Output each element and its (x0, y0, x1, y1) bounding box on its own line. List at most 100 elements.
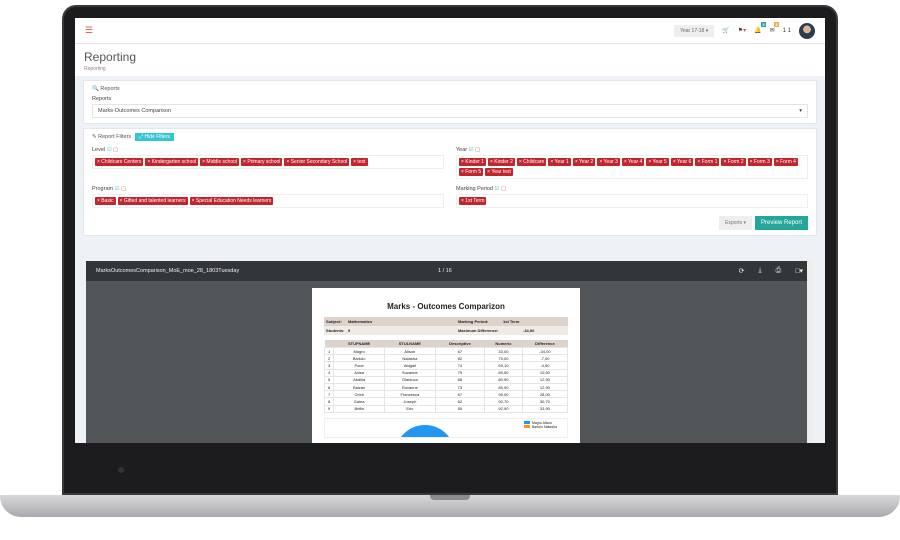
table-row: 8 Galea Joseph 62 92,70 30,70 (323, 397, 569, 406)
table-cell: Suzanne (383, 368, 436, 377)
table-cell: 73 (434, 382, 486, 392)
hide-filters-button[interactable]: ⤢ Hide Filters (135, 133, 174, 141)
table-cell: 7 (323, 390, 335, 399)
clear-icon[interactable]: ▢ (475, 147, 480, 153)
table-cell: -7,00 (521, 354, 569, 363)
user-menu[interactable]: 1 1 (783, 28, 791, 34)
filter-tag[interactable]: × Year 5 (646, 158, 669, 166)
check-all-icon[interactable]: ☑ (469, 147, 474, 153)
filter-tag[interactable]: × Year 1 (548, 158, 571, 166)
doc-title: Marks - Outcomes Comparizon (387, 302, 505, 311)
filter-tag[interactable]: × Form 4 (773, 158, 798, 166)
filter-tag[interactable]: × Basic (95, 197, 116, 205)
page-indicator: 1 / 16 (438, 268, 452, 274)
bookmark-icon[interactable]: □▾ (795, 267, 803, 275)
reports-legend: Reports (100, 86, 120, 92)
filter-tag[interactable]: × Year 3 (597, 158, 620, 166)
doc-meta: Subject: Mathematics Marking Period: 1st Te… (324, 317, 568, 326)
scrollbar[interactable] (807, 261, 813, 443)
table-cell: Abdilla (333, 375, 385, 384)
filter-tag[interactable]: × Year 6 (670, 158, 694, 166)
table-cell: 75,00 (484, 354, 523, 363)
menu-icon[interactable]: ☰ (85, 25, 93, 36)
table-cell: Axisa (333, 368, 385, 377)
filter-tag[interactable]: × Year test (485, 168, 513, 176)
report-select[interactable]: Marks-Outcomes Comparison ▾ (92, 104, 808, 118)
tasks-icon[interactable]: ✉ 3 (770, 22, 779, 34)
filter-tag[interactable]: × Senior Secondary School (284, 158, 350, 166)
filter-tag[interactable]: × Form 5 (459, 168, 484, 176)
notif-badge: 5 (761, 22, 766, 27)
column-header: Descriptive (435, 340, 485, 348)
filter-tag[interactable]: × Childcare Centers (95, 158, 144, 166)
hide-filters-label: Hide Filters (144, 134, 170, 140)
table-cell: 69,10 (484, 361, 523, 370)
filter-tag[interactable]: × Gifted and talented learners (117, 197, 188, 205)
print-icon[interactable]: ⎙ (776, 267, 782, 275)
table-cell: Eric (383, 404, 436, 413)
check-all-icon[interactable]: ☑ (107, 147, 112, 153)
year-selector[interactable]: Year 17-18 ▾ (674, 24, 715, 37)
table-cell: -34,00 (521, 346, 569, 356)
subject-label: Subject: (326, 319, 342, 324)
filter-tag[interactable]: × test (351, 158, 368, 166)
table-cell: 3 (323, 361, 335, 370)
download-icon[interactable]: ⤓ (759, 267, 762, 275)
table-cell: Grixti (333, 390, 385, 399)
table-cell: 68 (434, 375, 486, 384)
table-cell: 30,70 (521, 397, 569, 406)
program-filter: Program ☑ ▢ × Basic × Gifted and talented … (92, 183, 444, 208)
filter-tag[interactable]: × Kinder 1 (459, 158, 486, 166)
reports-label: Reports (92, 96, 112, 102)
avatar[interactable] (799, 22, 815, 39)
table-cell: Briffa (333, 404, 385, 413)
table-cell: 12,90 (521, 382, 569, 392)
filter-tag[interactable]: × Special Education Needs learners (189, 197, 274, 205)
filter-tag[interactable]: × Year 4 (621, 158, 645, 166)
flag-icon[interactable]: ⚑▾ (738, 27, 746, 34)
table-cell: 1 (323, 346, 335, 356)
filter-tag[interactable]: × Kinder 2 (487, 158, 515, 166)
preview-report-button[interactable]: Preview Report (754, 216, 808, 230)
program-tags[interactable]: × Basic × Gifted and talented learners × S… (92, 194, 444, 208)
year-filter: Year ☑ ▢ × Kinder 1 × Kinder 2 × Childcare ×… (456, 144, 808, 179)
marking-filter: Marking Period ☑ ▢ × 1st Term (456, 183, 808, 208)
table-cell: 95,00 (484, 390, 523, 399)
filter-tag[interactable]: × Form 2 (721, 158, 746, 166)
camera-dot (118, 467, 124, 473)
breadcrumb[interactable]: Reporting (84, 66, 816, 72)
table-cell: 4 (323, 368, 335, 377)
filter-tag[interactable]: × 1st Term (459, 197, 487, 205)
cart-icon[interactable]: 🛒 (722, 27, 729, 34)
exports-button[interactable]: Exports ▾ (719, 216, 752, 230)
clear-icon[interactable]: ▢ (501, 186, 506, 192)
chevron-down-icon: ▾ (799, 108, 802, 114)
table-cell: 33,90 (521, 404, 569, 413)
clear-icon[interactable]: ▢ (113, 147, 118, 153)
filters-panel: ✎ Report Filters ⤢ Hide Filters Level ☑ ▢… (83, 128, 817, 236)
year-tags[interactable]: × Kinder 1 × Kinder 2 × Childcare × Year 1 ×… (456, 155, 808, 179)
pie-slice (395, 424, 455, 437)
filter-tag[interactable]: × Childcare (516, 158, 547, 166)
filter-tag[interactable]: × Year 2 (572, 158, 596, 166)
table-row: 5 Abdilla Gianluca 68 80,90 12,90 (323, 375, 569, 384)
filter-tag[interactable]: × Primary school (241, 158, 283, 166)
bell-icon[interactable]: 🔔 5 (754, 22, 766, 34)
marking-tags[interactable]: × 1st Term (456, 194, 808, 208)
filter-tag[interactable]: × Form 1 (695, 158, 720, 166)
table-cell: Galea (333, 397, 385, 406)
check-all-icon[interactable]: ☑ (495, 186, 500, 192)
table-cell: Joseph (383, 397, 436, 406)
table-cell: 28,00 (521, 390, 569, 399)
maxdiff-label: Maximum Difference: (458, 328, 499, 333)
table-cell: 80,90 (484, 375, 523, 384)
check-all-icon[interactable]: ☑ (115, 186, 120, 192)
filter-tag[interactable]: × Kindergarten school (145, 158, 199, 166)
clear-icon[interactable]: ▢ (121, 186, 126, 192)
maxdiff-value: -34,00 (523, 328, 535, 333)
table-cell: 89,50 (484, 368, 523, 377)
rotate-icon[interactable]: ⟳ (739, 267, 745, 275)
filter-tag[interactable]: × Middle school (200, 158, 240, 166)
filter-tag[interactable]: × Form 3 (747, 158, 772, 166)
level-tags[interactable]: × Childcare Centers × Kindergarten school… (92, 155, 444, 169)
